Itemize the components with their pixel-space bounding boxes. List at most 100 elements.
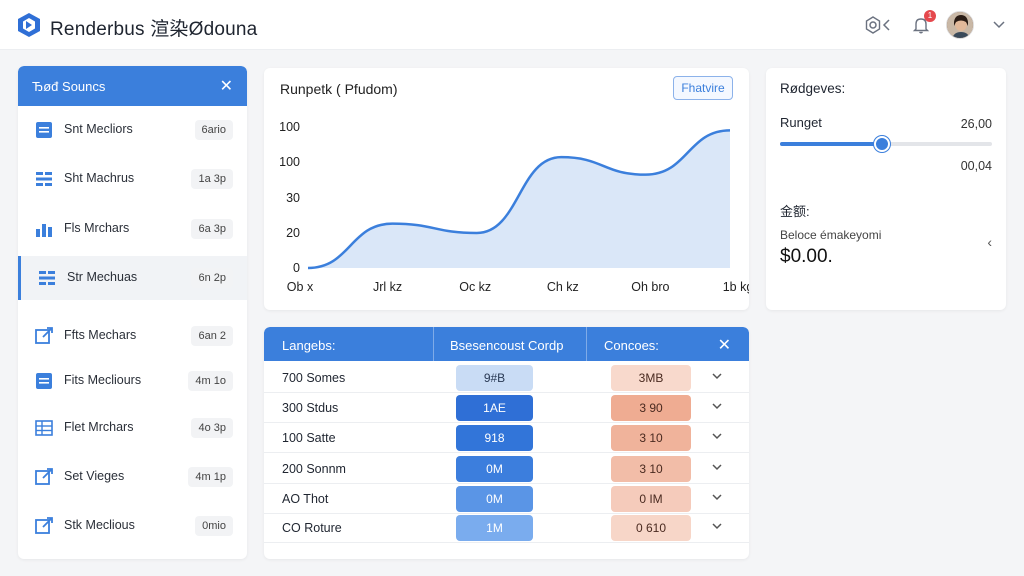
- chevron-down-icon[interactable]: [710, 369, 724, 383]
- range-sub-value: 00,04: [960, 159, 992, 173]
- column-header[interactable]: Bsesencoust Cordp: [450, 338, 563, 353]
- column-divider: [433, 327, 434, 361]
- table-header: Langebs: Bsesencoust Cordp Concoes: ✕: [264, 327, 749, 361]
- x-tick-label: Ch kz: [547, 280, 579, 294]
- sidebar-item-label: Snt Mecliors: [64, 122, 133, 136]
- sidebar-title: Ђøđ Souncs: [32, 79, 106, 94]
- range-label: Runget: [780, 115, 822, 130]
- column-header[interactable]: Langebs:: [282, 338, 336, 353]
- sidebar-item-label: Flet Mrchars: [64, 420, 134, 434]
- top-header: Renderbus 渲染Ødouna 1: [0, 0, 1024, 50]
- panel-title: Rødgeves:: [780, 81, 846, 96]
- table-row[interactable]: 200 Sonnm 0M 3 10: [264, 454, 749, 484]
- sidebar-item-tag: 6an 2: [191, 326, 233, 346]
- chevron-down-icon[interactable]: [710, 460, 724, 474]
- settings-panel: Rødgeves: Runget 26,00 00,04 金额: Beloce …: [766, 68, 1006, 310]
- bars-icon: [37, 268, 57, 288]
- column-divider: [586, 327, 587, 361]
- balance-value: $0.00.: [780, 246, 833, 267]
- sidebar-item[interactable]: Flet Mrchars 4o 3p: [18, 406, 247, 450]
- external-icon: [34, 467, 54, 487]
- table-row[interactable]: AO Thot 0M 0 IM: [264, 484, 749, 514]
- chevron-down-icon[interactable]: [988, 14, 1010, 36]
- sidebar-item[interactable]: Set Vieges 4m 1p: [18, 455, 247, 499]
- notification-badge: 1: [924, 10, 936, 22]
- sidebar-item[interactable]: Fls Mrchars 6a 3p: [18, 207, 247, 251]
- sidebar-item[interactable]: Sht Machrus 1a 3p: [18, 157, 247, 201]
- cost-cell: 3MB: [611, 365, 691, 391]
- chart-icon: [34, 219, 54, 239]
- row-name: AO Thot: [282, 492, 329, 506]
- slider-thumb[interactable]: [873, 136, 890, 152]
- sidebar-item-tag: 4m 1p: [188, 467, 233, 487]
- app-title: Renderbus 渲染Ødouna: [50, 19, 258, 40]
- chevron-down-icon[interactable]: [710, 519, 724, 533]
- area-chart: 100 100 30 20 0 Ob x Jrl kz Oc kz Ch kz Oh bro 1b …: [279, 120, 749, 294]
- size-cell: 1M: [456, 515, 533, 541]
- grid-icon: [34, 418, 54, 438]
- balance-label: Beloce émakeyomi: [780, 228, 882, 242]
- y-tick-label: 100: [279, 155, 300, 169]
- sidebar-item[interactable]: Snt Mecliors 6ario: [18, 108, 247, 152]
- expand-icon[interactable]: ‹: [987, 234, 992, 250]
- cost-cell: 3 10: [611, 456, 691, 482]
- table-row[interactable]: 100 Satte 918 3 10: [264, 423, 749, 453]
- close-icon[interactable]: ✕: [718, 335, 731, 355]
- sidebar-item-tag: 1a 3p: [191, 169, 233, 189]
- range-value: 26,00: [960, 117, 992, 131]
- slider-fill: [780, 142, 882, 146]
- avatar[interactable]: [946, 11, 974, 39]
- row-name: 200 Sonnm: [282, 462, 346, 476]
- sidebar-item[interactable]: Ffts Mechars 6an 2: [18, 314, 247, 358]
- data-table: Langebs: Bsesencoust Cordp Concoes: ✕ 70…: [264, 327, 749, 559]
- x-tick-label: 1b kg: [723, 280, 749, 294]
- size-cell: 0M: [456, 486, 533, 512]
- sidebar-item-tag: 4o 3p: [191, 418, 233, 438]
- column-header[interactable]: Concoes:: [604, 338, 659, 353]
- y-tick-label: 100: [279, 120, 300, 134]
- x-tick-label: Oh bro: [631, 280, 669, 294]
- list-icon: [34, 120, 54, 140]
- row-name: 100 Satte: [282, 431, 336, 445]
- sidebar-item-label: Str Mechuas: [67, 270, 138, 284]
- x-tick-label: Ob x: [287, 280, 314, 294]
- y-tick-label: 30: [286, 191, 300, 205]
- external-icon: [34, 516, 54, 536]
- sidebar-item-label: Ffts Mechars: [64, 328, 137, 342]
- sidebar-item[interactable]: Stk Meclious 0mio: [18, 504, 247, 548]
- size-cell: 1AE: [456, 395, 533, 421]
- y-tick-label: 20: [286, 226, 300, 240]
- series-area: [308, 130, 730, 268]
- sidebar-item-label: Sht Machrus: [64, 171, 135, 185]
- sidebar-item-tag: 4m 1o: [188, 371, 233, 391]
- sidebar-item-label: Stk Meclious: [64, 518, 135, 532]
- sidebar-item-tag: 6n 2p: [191, 268, 233, 288]
- logo-icon[interactable]: [16, 12, 42, 38]
- close-icon[interactable]: ✕: [220, 76, 233, 96]
- range-slider[interactable]: [780, 136, 992, 152]
- table-row[interactable]: CO Roture 1M 0 610: [264, 513, 749, 543]
- size-cell: 0M: [456, 456, 533, 482]
- table-row[interactable]: 300 Stdus 1AE 3 90: [264, 393, 749, 423]
- chevron-down-icon[interactable]: [710, 490, 724, 504]
- size-cell: 9#B: [456, 365, 533, 391]
- sidebar-item-tag: 6ario: [194, 120, 233, 140]
- chevron-down-icon[interactable]: [710, 399, 724, 413]
- y-tick-label: 0: [293, 261, 300, 275]
- sidebar-item-label: Set Vieges: [64, 469, 125, 483]
- x-tick-label: Jrl kz: [373, 280, 402, 294]
- x-tick-label: Oc kz: [459, 280, 491, 294]
- chevron-left-icon[interactable]: [880, 14, 894, 36]
- sidebar-item-tag: 0mio: [195, 516, 233, 536]
- chevron-down-icon[interactable]: [710, 429, 724, 443]
- cost-cell: 0 IM: [611, 486, 691, 512]
- table-row[interactable]: 700 Somes 9#B 3MB: [264, 363, 749, 393]
- sidebar-item-tag: 6a 3p: [191, 219, 233, 239]
- external-icon: [34, 326, 54, 346]
- sidebar-item-label: Fits Mecliours: [64, 373, 142, 387]
- row-name: 700 Somes: [282, 371, 346, 385]
- cost-cell: 3 10: [611, 425, 691, 451]
- sidebar-item[interactable]: Str Mechuas 6n 2p: [18, 256, 247, 300]
- sidebar-item[interactable]: Fits Mecliours 4m 1o: [18, 359, 247, 403]
- cost-label: 金额:: [780, 204, 810, 219]
